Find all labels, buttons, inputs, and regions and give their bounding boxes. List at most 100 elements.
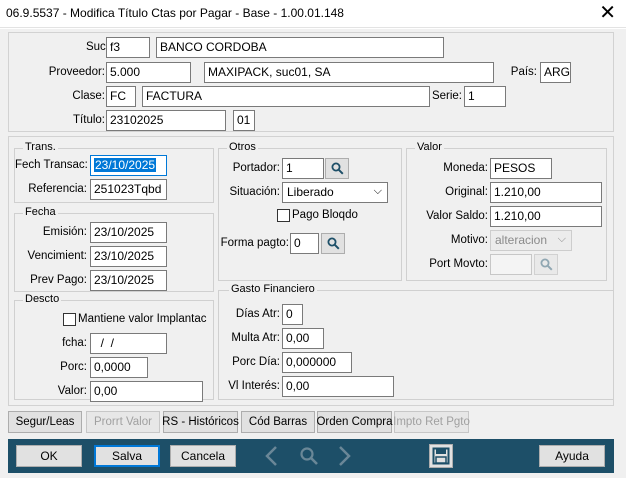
referencia-input[interactable]: 251023Tqbd	[90, 179, 167, 200]
arrow-left-icon[interactable]	[260, 444, 284, 468]
portador-search-button[interactable]	[325, 158, 349, 179]
fecha-group: Fecha Emisión: 23/10/2025 Vencimient: 23…	[14, 206, 214, 292]
ok-button[interactable]: OK	[16, 445, 82, 467]
motivo-label: Motivo:	[450, 234, 488, 246]
situacion-label: Situación:	[229, 186, 280, 198]
original-input[interactable]: 1.210,00	[490, 182, 602, 203]
cancela-button[interactable]: Cancela	[170, 445, 236, 467]
dias-atr-label: Días Atr:	[235, 308, 280, 320]
search-icon	[540, 258, 553, 271]
fecha-legend: Fecha	[23, 206, 58, 218]
clase-label: Clase:	[72, 90, 105, 102]
vl-interes-input[interactable]: 0,00	[282, 376, 394, 397]
fech-transac-input[interactable]: 23/10/2025	[90, 155, 167, 176]
motivo-select[interactable]: alteracion ⌵	[490, 230, 572, 251]
serie-input[interactable]: 1	[464, 86, 506, 107]
fcha-label: fcha:	[62, 337, 87, 349]
prev-pago-label: Prev Pago:	[30, 274, 87, 286]
chevron-down-icon: ⌵	[557, 233, 566, 245]
emision-label: Emisión:	[42, 226, 87, 238]
proveedor-label: Proveedor:	[48, 66, 105, 78]
dialog-body: Suc: f3 BANCO CORDOBA Proveedor: 5.000 M…	[0, 29, 626, 478]
emision-input[interactable]: 23/10/2025	[90, 222, 167, 243]
forma-pagto-label: Forma pagto:	[220, 237, 289, 249]
header-panel: Suc: f3 BANCO CORDOBA Proveedor: 5.000 M…	[8, 32, 614, 132]
salva-button[interactable]: Salva	[94, 445, 160, 467]
tab-segur-leas[interactable]: Segur/Leas	[8, 411, 82, 433]
trans-legend: Trans.	[23, 141, 58, 153]
valor-group: Valor Moneda: PESOS Original: 1.210,00 V…	[406, 141, 607, 281]
window-title: 06.9.5537 - Modifica Título Ctas por Pag…	[6, 6, 344, 20]
portador-label: Portador:	[232, 162, 280, 174]
details-panel: Trans. Fech Transac: 23/10/2025 Referenc…	[8, 136, 614, 406]
tab-rs-historicos[interactable]: RS - Históricos	[162, 411, 239, 433]
suc-label: Suc:	[85, 41, 109, 53]
port-movto-label: Port Movto:	[429, 258, 488, 270]
vl-interes-label: Vl Interés:	[228, 380, 280, 392]
clase-code-input[interactable]: FC	[106, 86, 136, 107]
close-icon[interactable]: ✕	[599, 2, 616, 24]
prev-pago-input[interactable]: 23/10/2025	[90, 270, 167, 291]
moneda-label: Moneda:	[443, 162, 488, 174]
gasto-financiero-group: Gasto Financiero Días Atr: 0 Multa Atr: …	[218, 283, 614, 400]
tab-orden-compra[interactable]: Orden Compra	[316, 411, 393, 433]
pais-field[interactable]: ARG	[540, 62, 571, 83]
titulo-suffix-input[interactable]: 01	[233, 110, 255, 131]
referencia-label: Referencia:	[28, 183, 87, 195]
chevron-down-icon: ⌵	[373, 185, 382, 197]
trans-group: Trans. Fech Transac: 23/10/2025 Referenc…	[14, 141, 214, 203]
port-movto-search-button[interactable]	[534, 254, 558, 275]
motivo-value: alteracion	[495, 233, 548, 247]
moneda-field[interactable]: PESOS	[490, 158, 552, 179]
pais-label: País:	[510, 66, 537, 78]
title-bar: 06.9.5537 - Modifica Título Ctas por Pag…	[0, 0, 626, 28]
search-icon	[331, 162, 344, 175]
valor-legend: Valor	[415, 141, 444, 153]
proveedor-name-field: MAXIPACK, suc01, SA	[204, 62, 494, 83]
forma-pagto-input[interactable]: 0	[290, 233, 319, 254]
fech-transac-label: Fech Transac:	[15, 159, 88, 171]
valor-desc-label: Valor:	[57, 385, 87, 397]
suc-code-input[interactable]: f3	[106, 37, 150, 58]
mantiene-checkbox[interactable]	[63, 313, 76, 326]
descto-legend: Descto	[23, 293, 62, 305]
titulo-label: Título:	[73, 114, 105, 126]
vencimiento-label: Vencimient:	[27, 250, 87, 262]
titulo-input[interactable]: 23102025	[106, 110, 226, 131]
forma-pagto-search-button[interactable]	[321, 233, 345, 254]
tab-prorrt-valor[interactable]: Prorrt Valor	[86, 411, 160, 433]
valor-saldo-input[interactable]: 1.210,00	[490, 206, 602, 227]
ayuda-button[interactable]: Ayuda	[539, 445, 605, 467]
fcha-input[interactable]: / /	[90, 333, 167, 354]
save-icon[interactable]	[429, 444, 453, 468]
porc-dia-label: Porc Día:	[232, 356, 280, 368]
porc-input[interactable]: 0,0000	[90, 357, 148, 378]
mantiene-label: Mantiene valor Implantac	[78, 313, 207, 325]
porc-dia-input[interactable]: 0,000000	[282, 352, 352, 373]
descto-group: Descto Mantiene valor Implantac fcha: / …	[14, 293, 214, 402]
pago-bloqdo-checkbox[interactable]	[277, 209, 290, 222]
portador-input[interactable]: 1	[282, 158, 324, 179]
situacion-select[interactable]: Liberado ⌵	[282, 182, 388, 203]
search-icon[interactable]	[297, 444, 321, 468]
multa-atr-input[interactable]: 0,00	[282, 328, 324, 349]
tab-impto-ret-pgto[interactable]: Impto Ret Pgto	[393, 411, 470, 433]
multa-atr-label: Multa Atr:	[231, 332, 280, 344]
situacion-value: Liberado	[287, 185, 334, 199]
dias-atr-input[interactable]: 0	[282, 304, 303, 325]
otros-group: Otros Portador: 1 Situación: Liberado ⌵ …	[218, 141, 402, 281]
vencimiento-input[interactable]: 23/10/2025	[90, 246, 167, 267]
porc-label: Porc:	[60, 361, 87, 373]
otros-legend: Otros	[227, 141, 258, 153]
proveedor-code-input[interactable]: 5.000	[106, 62, 191, 83]
valor-saldo-label: Valor Saldo:	[426, 210, 488, 222]
valor-desc-input[interactable]: 0,00	[90, 381, 203, 402]
original-label: Original:	[445, 186, 488, 198]
pago-bloqdo-label: Pago Bloqdo	[292, 209, 358, 221]
port-movto-input[interactable]	[490, 254, 532, 275]
tab-cod-barras[interactable]: Cód Barras	[241, 411, 315, 433]
clase-name-field: FACTURA	[142, 86, 430, 107]
arrow-right-icon[interactable]	[332, 444, 356, 468]
tab-button-bar: Segur/Leas Prorrt Valor RS - Históricos …	[8, 411, 614, 435]
suc-name-field: BANCO CORDOBA	[156, 37, 444, 58]
